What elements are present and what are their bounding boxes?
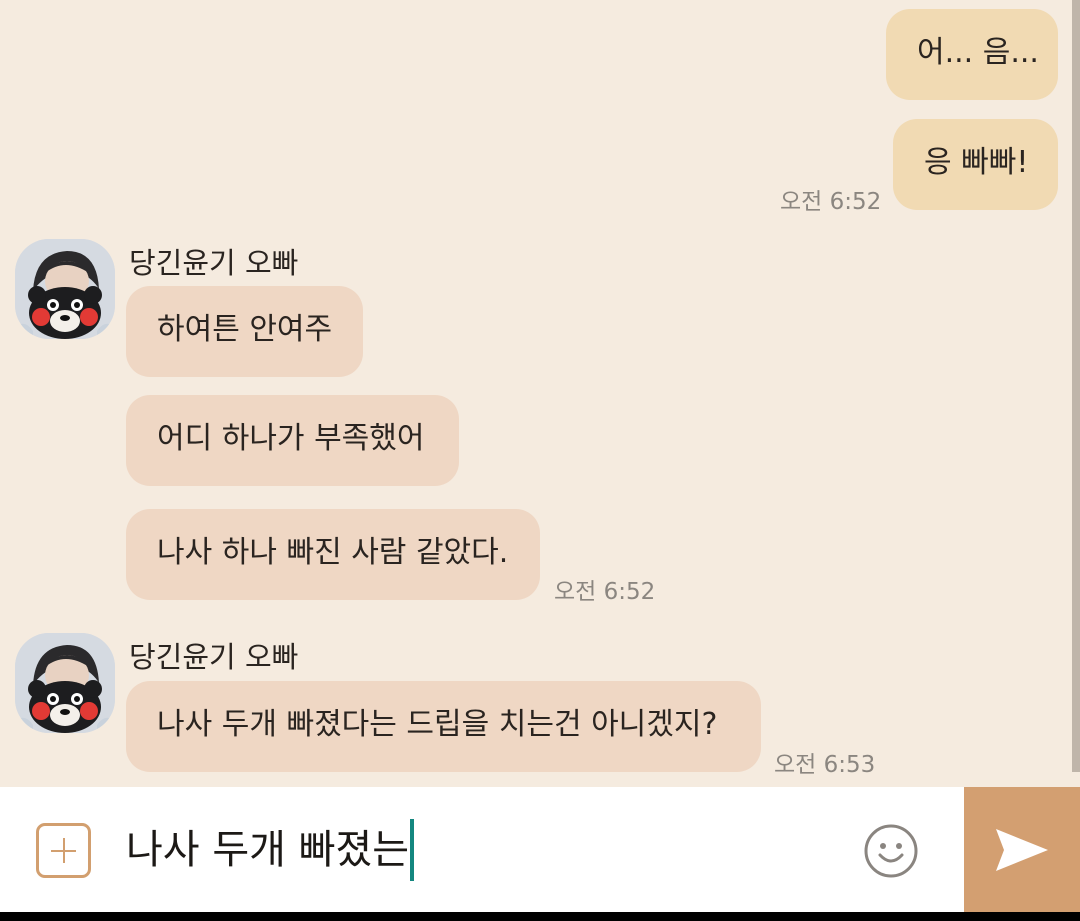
message-bubble-incoming[interactable]: 나사 두개 빠졌다는 드립을 치는건 아니겠지? [126, 681, 761, 772]
message-bubble-incoming[interactable]: 하여튼 안여주 [126, 286, 363, 377]
message-text: 나사 두개 빠졌다는 드립을 치는건 아니겠지? [157, 707, 718, 742]
message-timestamp: 오전 6:53 [774, 752, 876, 778]
add-attachment-button[interactable] [36, 823, 91, 878]
message-bubble-outgoing[interactable]: 어... 음... [886, 9, 1058, 100]
message-input-text: 나사 두개 빠졌는 [126, 827, 410, 873]
message-text: 나사 하나 빠진 사람 같았다. [157, 535, 509, 570]
message-timestamp: 오전 6:52 [554, 579, 656, 605]
message-text: 하여튼 안여주 [157, 312, 333, 347]
send-button[interactable] [964, 787, 1080, 912]
sender-name: 당긴윤기 오빠 [129, 640, 299, 674]
message-composer: 나사 두개 빠졌는 [0, 787, 1080, 912]
message-text: 어디 하나가 부족했어 [157, 421, 425, 456]
message-bubble-incoming[interactable]: 어디 하나가 부족했어 [126, 395, 459, 486]
sender-name: 당긴윤기 오빠 [129, 246, 299, 280]
paper-plane-icon [996, 828, 1048, 871]
message-text: 어... 음... [917, 35, 1039, 70]
avatar[interactable] [15, 239, 115, 339]
emoji-button[interactable] [863, 823, 919, 879]
message-timestamp: 오전 6:52 [780, 189, 882, 215]
message-bubble-incoming[interactable]: 나사 하나 빠진 사람 같았다. [126, 509, 540, 600]
smiley-icon [864, 824, 918, 878]
system-navigation-bar [0, 912, 1080, 921]
text-caret [410, 819, 415, 881]
avatar[interactable] [15, 633, 115, 733]
message-bubble-outgoing[interactable]: 응 빠빠! [893, 119, 1058, 210]
chat-message-list[interactable]: 어... 음... 응 빠빠! 오전 6:52 당긴윤기 오빠 하여튼 안여주 … [0, 0, 1080, 787]
message-input[interactable]: 나사 두개 빠졌는 [126, 819, 415, 881]
scrollbar[interactable] [1072, 0, 1080, 772]
message-text: 응 빠빠! [924, 145, 1029, 180]
